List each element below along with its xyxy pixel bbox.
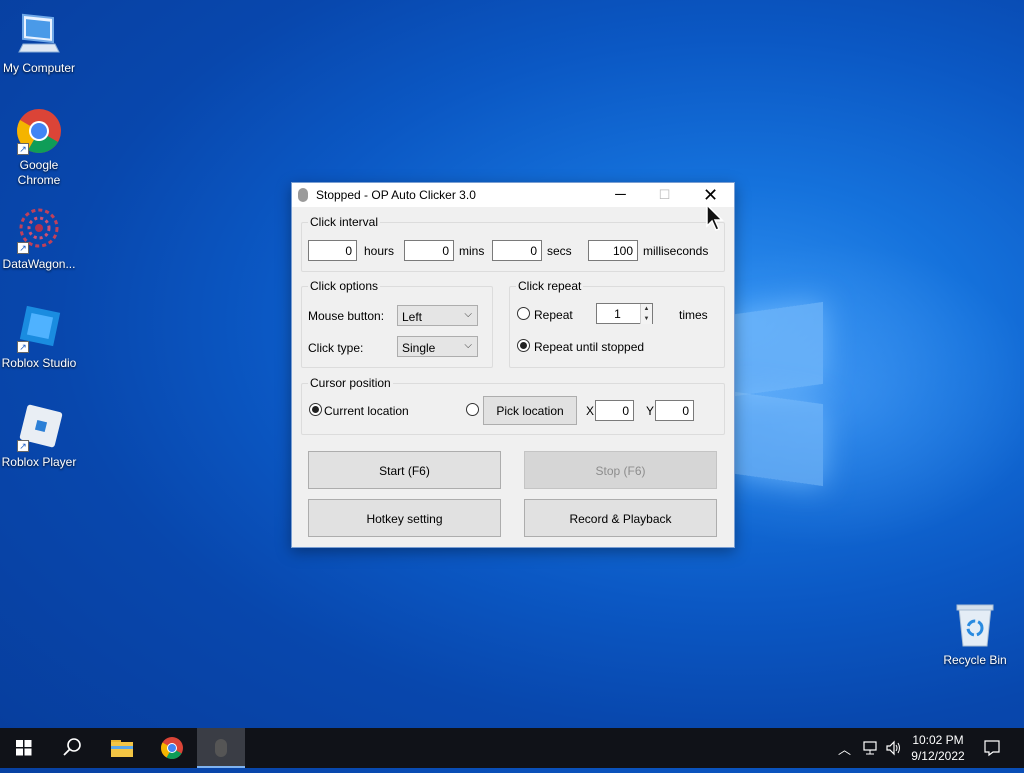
auto-clicker-taskbar-button[interactable] xyxy=(197,728,245,768)
x-input[interactable]: 0 xyxy=(595,400,634,421)
hours-input[interactable]: 0 xyxy=(308,240,357,261)
repeat-count-input[interactable]: 1 ▲ ▼ xyxy=(596,303,653,324)
volume-icon[interactable] xyxy=(885,740,903,756)
shortcut-arrow-icon: ↗ xyxy=(17,143,29,155)
computer-icon xyxy=(15,10,63,58)
clock[interactable]: 10:02 PM 9/12/2022 xyxy=(908,732,968,764)
folder-icon xyxy=(111,740,133,757)
times-label: times xyxy=(679,308,708,322)
x-label: X xyxy=(586,404,595,418)
datawagon-icon: ↗ xyxy=(15,206,63,254)
desktop-icon-label: Google Chrome xyxy=(17,158,61,187)
record-playback-button[interactable]: Record & Playback xyxy=(524,499,717,537)
current-location-radio[interactable] xyxy=(309,403,322,416)
desktop-icon-roblox-studio[interactable]: ↗ Roblox Studio xyxy=(0,305,79,371)
cursor-position-group: Cursor position Current location Pick lo… xyxy=(301,376,725,435)
hours-label: hours xyxy=(364,244,395,258)
cursor-position-label: Cursor position xyxy=(308,376,393,390)
pick-location-button[interactable]: Pick location xyxy=(483,396,577,425)
desktop-icon-label: Roblox Player xyxy=(1,455,77,469)
repeat-radio[interactable] xyxy=(517,307,530,320)
milliseconds-input[interactable]: 100 xyxy=(588,240,638,261)
windows-icon xyxy=(16,740,32,756)
click-type-value: Single xyxy=(402,341,436,355)
click-type-select[interactable]: Single ⌵ xyxy=(397,336,478,357)
y-input[interactable]: 0 xyxy=(655,400,694,421)
mouse-button-label: Mouse button: xyxy=(308,309,385,323)
desktop-icon-label: Roblox Studio xyxy=(1,356,77,370)
milliseconds-label: milliseconds xyxy=(643,244,709,258)
current-location-label: Current location xyxy=(324,404,409,418)
click-repeat-label: Click repeat xyxy=(516,279,584,293)
pick-location-radio[interactable] xyxy=(466,403,479,416)
click-options-label: Click options xyxy=(308,279,381,293)
roblox-player-icon: ↗ xyxy=(15,404,63,452)
network-icon[interactable] xyxy=(862,740,880,756)
minimize-icon: ─ xyxy=(615,186,626,203)
auto-clicker-window: Stopped - OP Auto Clicker 3.0 ─ ☐ ✕ Clic… xyxy=(291,182,735,548)
repeat-until-stopped-label: Repeat until stopped xyxy=(534,340,645,354)
maximize-button[interactable]: ☐ xyxy=(642,183,687,207)
chevron-up-icon: ︿ xyxy=(838,742,852,757)
shortcut-arrow-icon: ↗ xyxy=(17,341,29,353)
shortcut-arrow-icon: ↗ xyxy=(17,440,29,452)
chrome-icon: ↗ xyxy=(15,107,63,155)
mouse-button-select[interactable]: Left ⌵ xyxy=(397,305,478,326)
search-button[interactable] xyxy=(48,728,96,768)
chrome-icon xyxy=(161,737,183,759)
hotkey-setting-button[interactable]: Hotkey setting xyxy=(308,499,501,537)
file-explorer-taskbar-button[interactable] xyxy=(98,728,146,768)
recycle-bin-icon xyxy=(951,602,999,650)
title-bar[interactable]: Stopped - OP Auto Clicker 3.0 ─ ☐ ✕ xyxy=(292,183,734,207)
mins-input[interactable]: 0 xyxy=(404,240,454,261)
mouse-icon xyxy=(298,188,308,202)
desktop-icon-datawagon[interactable]: ↗ DataWagon... xyxy=(0,206,79,272)
stop-button[interactable]: Stop (F6) xyxy=(524,451,717,489)
clock-time: 10:02 PM xyxy=(912,733,964,747)
start-button[interactable] xyxy=(0,728,48,768)
roblox-studio-icon: ↗ xyxy=(15,305,63,353)
chrome-taskbar-button[interactable] xyxy=(148,728,196,768)
click-options-group: Click options Mouse button: Left ⌵ Click… xyxy=(301,279,493,368)
maximize-icon: ☐ xyxy=(658,187,671,202)
desktop-icon-my-computer[interactable]: My Computer xyxy=(0,10,79,76)
secs-input[interactable]: 0 xyxy=(492,240,542,261)
desktop-icon-label: My Computer xyxy=(2,61,76,75)
clock-date: 9/12/2022 xyxy=(911,749,965,763)
click-type-label: Click type: xyxy=(308,341,364,355)
notifications-icon[interactable] xyxy=(983,739,1001,757)
click-interval-label: Click interval xyxy=(308,215,381,229)
secs-label: secs xyxy=(547,244,572,258)
click-interval-group: Click interval 0 hours 0 mins 0 secs 100… xyxy=(301,215,725,272)
chevron-down-icon: ⌵ xyxy=(464,309,472,320)
mouse-icon xyxy=(215,739,227,757)
repeat-label: Repeat xyxy=(534,308,573,322)
window-title: Stopped - OP Auto Clicker 3.0 xyxy=(316,188,476,202)
chevron-down-icon: ⌵ xyxy=(464,340,472,351)
repeat-count-value: 1 xyxy=(614,307,621,321)
click-repeat-group: Click repeat Repeat 1 ▲ ▼ times Repeat u… xyxy=(509,279,725,368)
show-hidden-icons-button[interactable]: ︿ xyxy=(838,739,851,758)
mouse-button-value: Left xyxy=(402,310,423,324)
repeat-count-spinner[interactable]: ▲ ▼ xyxy=(640,304,652,324)
mins-label: mins xyxy=(459,244,485,258)
mouse-pointer-icon xyxy=(706,204,724,231)
spin-down-icon[interactable]: ▼ xyxy=(641,314,652,324)
desktop-icon-recycle-bin[interactable]: Recycle Bin xyxy=(935,602,1015,668)
spin-up-icon[interactable]: ▲ xyxy=(641,304,652,314)
close-icon: ✕ xyxy=(702,185,719,205)
search-icon xyxy=(63,738,81,756)
repeat-until-stopped-radio[interactable] xyxy=(517,339,530,352)
wallpaper-windows-logo xyxy=(735,290,825,490)
minimize-button[interactable]: ─ xyxy=(598,183,643,207)
taskbar: ︿ 10:02 PM 9/12/2022 xyxy=(0,728,1024,768)
desktop-icon-roblox-player[interactable]: ↗ Roblox Player xyxy=(0,404,79,470)
desktop-icon-label: DataWagon... xyxy=(2,257,76,271)
desktop-icon-label: Recycle Bin xyxy=(943,653,1007,667)
y-label: Y xyxy=(646,404,655,418)
desktop-icon-google-chrome[interactable]: ↗ Google Chrome xyxy=(0,107,79,188)
start-button[interactable]: Start (F6) xyxy=(308,451,501,489)
shortcut-arrow-icon: ↗ xyxy=(17,242,29,254)
